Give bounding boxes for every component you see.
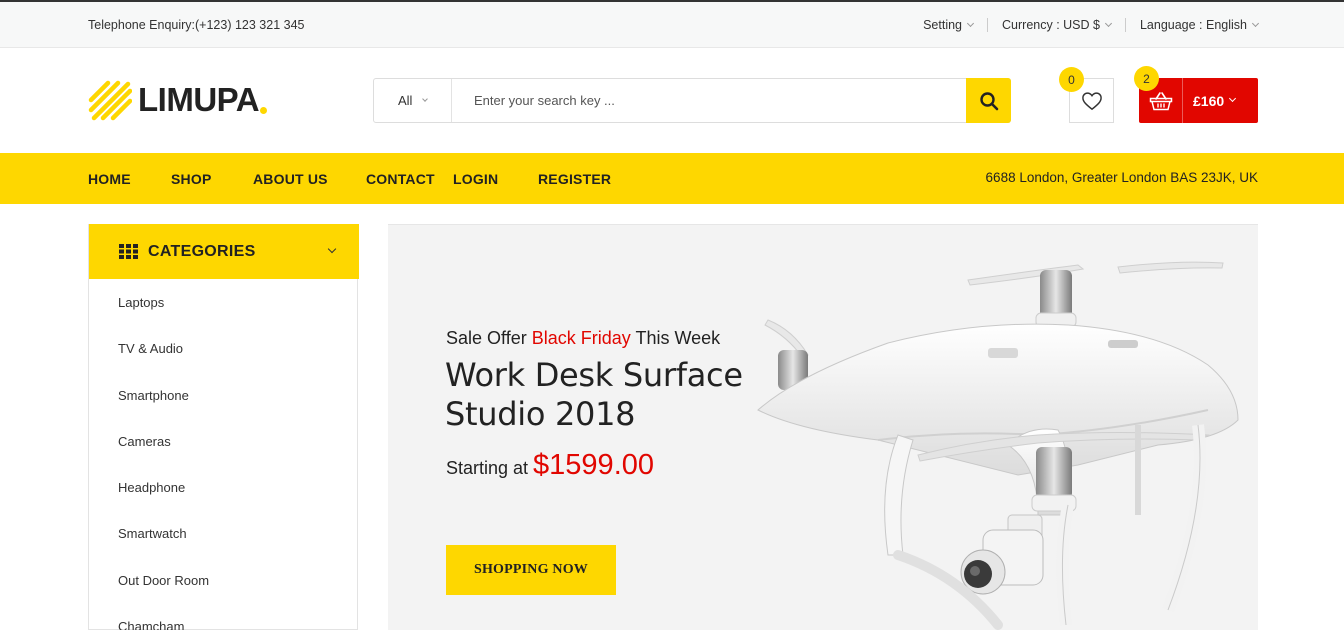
nav-shop[interactable]: SHOP <box>171 171 211 187</box>
language-label: Language : English <box>1139 18 1247 32</box>
logo-dot <box>260 106 268 114</box>
categories-title: CATEGORIES <box>148 242 256 260</box>
hero-pretitle: Sale Offer Black Friday This Week <box>446 328 720 349</box>
wishlist-button[interactable]: 0 <box>1059 67 1114 123</box>
currency-dropdown[interactable]: Currency : USD $ <box>1002 18 1113 32</box>
category-item[interactable]: Smartphone <box>89 372 357 418</box>
search-button[interactable] <box>966 78 1011 123</box>
chevron-down-icon <box>966 19 975 27</box>
wishlist-count-badge: 0 <box>1059 67 1084 92</box>
grid-icon <box>119 244 138 259</box>
hero-pretitle-start: Sale Offer <box>446 328 527 348</box>
nav-about-us[interactable]: ABOUT US <box>253 171 328 187</box>
hero-pretitle-end: This Week <box>635 328 721 348</box>
search-category-select[interactable]: All <box>374 79 452 122</box>
category-item[interactable]: Headphone <box>89 464 357 510</box>
chevron-down-icon <box>1104 19 1113 27</box>
chevron-down-icon <box>422 95 429 102</box>
nav-home[interactable]: HOME <box>88 171 131 187</box>
category-item[interactable]: Out Door Room <box>89 557 357 603</box>
search-input[interactable] <box>452 79 966 122</box>
currency-label: Currency : USD $ <box>1002 18 1100 32</box>
telephone-enquiry: Telephone Enquiry:(+123) 123 321 345 <box>88 18 305 32</box>
category-item[interactable]: Laptops <box>89 279 357 325</box>
cart-count-badge: 2 <box>1134 66 1159 91</box>
category-item[interactable]: TV & Audio <box>89 325 357 371</box>
categories-toggle[interactable]: CATEGORIES <box>89 224 359 279</box>
search-category-value: All <box>398 93 413 108</box>
top-bar-options: Setting Currency : USD $ Language : Engl… <box>923 18 1260 32</box>
setting-dropdown[interactable]: Setting <box>923 18 975 32</box>
cart-total: £160 <box>1193 92 1237 109</box>
top-bar: Telephone Enquiry:(+123) 123 321 345 Set… <box>0 2 1344 48</box>
categories-list: Laptops TV & Audio Smartphone Cameras He… <box>89 279 357 630</box>
chevron-down-icon <box>1229 94 1237 103</box>
nav-contact[interactable]: CONTACT <box>366 171 435 187</box>
nav-register[interactable]: REGISTER <box>538 171 611 187</box>
category-item[interactable]: Cameras <box>89 418 357 464</box>
chevron-down-icon <box>1251 19 1260 27</box>
hero-price: $1599.00 <box>533 449 655 481</box>
logo-text: LIMUPA <box>138 81 260 118</box>
main-nav: HOME SHOP ABOUT US CONTACT LOGIN REGISTE… <box>0 153 1344 204</box>
divider <box>987 18 989 32</box>
hero-price-line: Starting at $1599.00 <box>446 449 654 482</box>
hero-title: Work Desk Surface Studio 2018 <box>445 356 743 433</box>
search-bar: All <box>373 78 1011 123</box>
store-address: 6688 London, Greater London BAS 23JK, UK <box>985 170 1258 185</box>
heart-icon <box>1081 91 1102 110</box>
nav-login[interactable]: LOGIN <box>453 171 498 187</box>
category-item[interactable]: Smartwatch <box>89 510 357 556</box>
chevron-down-icon <box>327 244 337 254</box>
divider <box>1124 18 1126 32</box>
cart-total-value: £160 <box>1193 92 1225 109</box>
category-item[interactable]: Chamcham <box>89 603 357 630</box>
categories-panel: CATEGORIES Laptops TV & Audio Smartphone… <box>88 224 359 630</box>
shopping-now-button[interactable]: SHOPPING NOW <box>446 545 616 595</box>
hero-banner: Sale Offer Black Friday This Week Work D… <box>388 224 1258 630</box>
drone-image <box>757 261 1239 630</box>
setting-label: Setting <box>923 18 963 32</box>
cart-button[interactable]: 2 £160 <box>1134 66 1258 123</box>
site-logo[interactable]: LIMUPA <box>88 78 268 122</box>
language-dropdown[interactable]: Language : English <box>1139 18 1260 32</box>
hero-price-label: Starting at <box>446 458 529 478</box>
logo-stripes-icon <box>88 80 132 121</box>
hero-pretitle-highlight: Black Friday <box>531 328 631 348</box>
search-icon <box>979 91 998 110</box>
